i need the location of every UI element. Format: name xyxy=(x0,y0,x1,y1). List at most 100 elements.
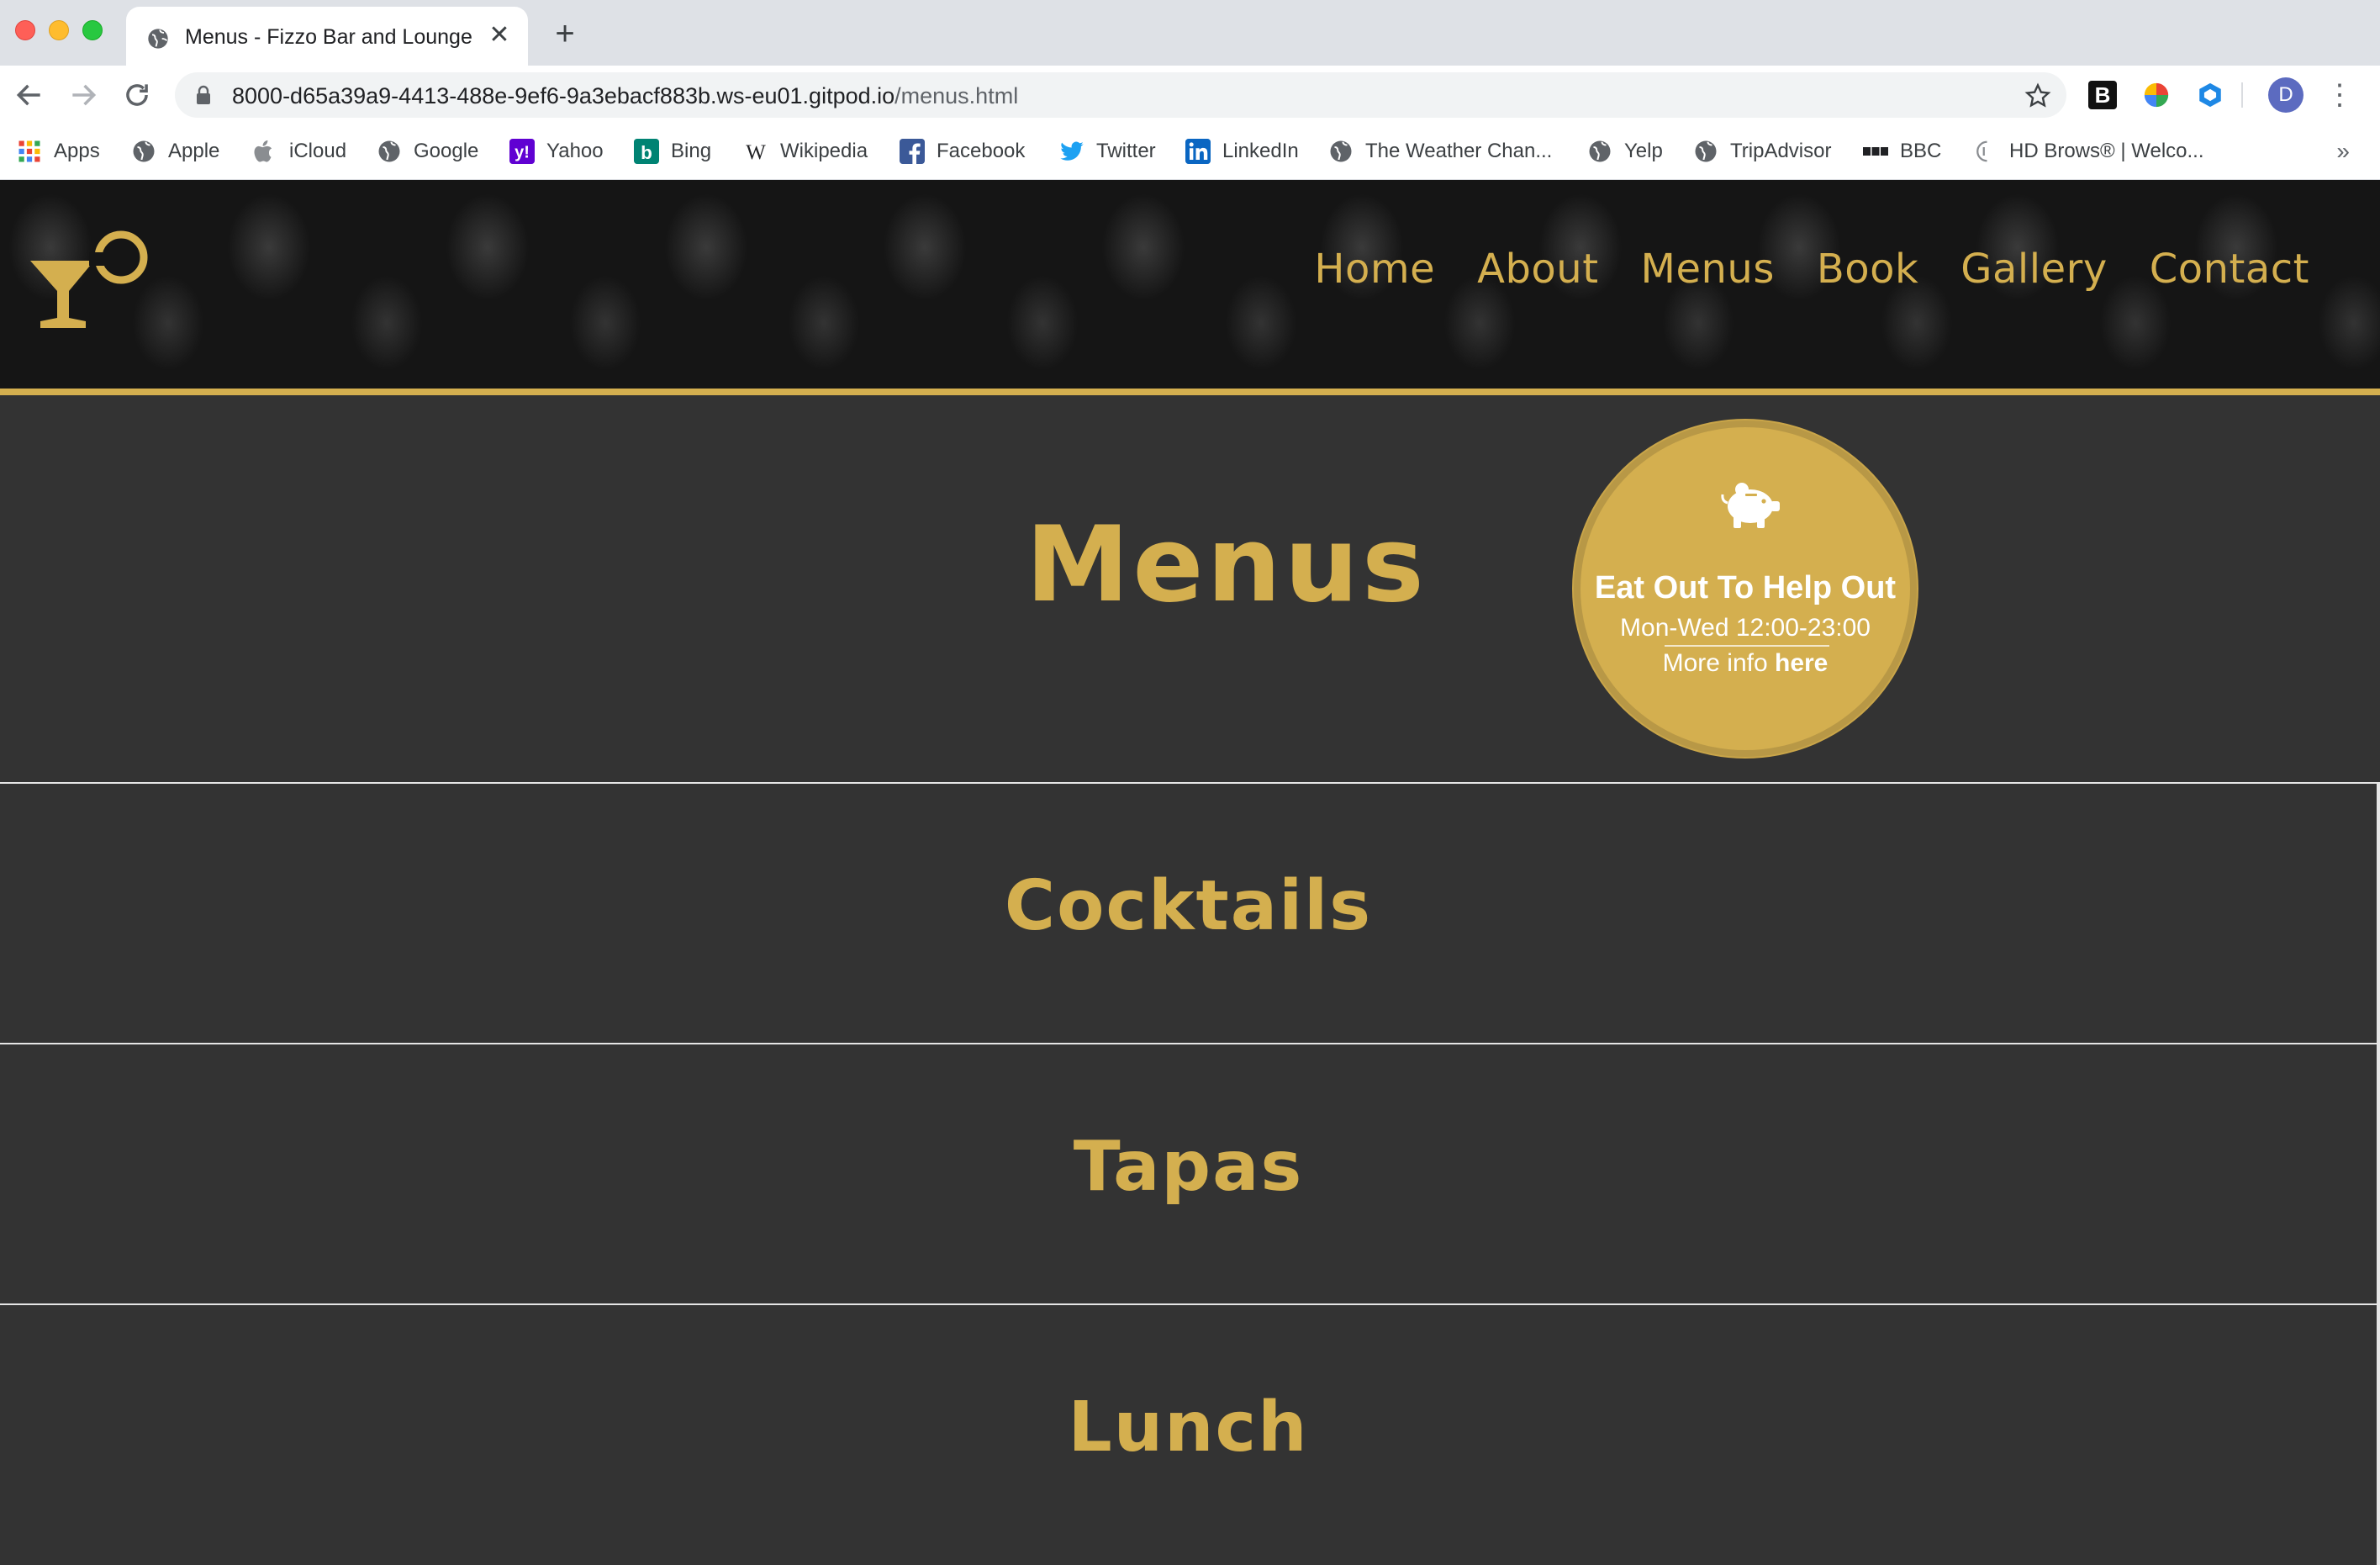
window-zoom-button[interactable] xyxy=(82,20,103,40)
browser-toolbar: 8000-d65a39a9-4413-488e-9ef6-9a3ebacf883… xyxy=(0,66,2380,124)
bookmark-label: Bing xyxy=(671,140,712,162)
nav-home-link[interactable]: Home xyxy=(1314,246,1435,293)
bookmark-label: Wikipedia xyxy=(780,140,868,162)
bookmark-apple[interactable]: Apple xyxy=(131,136,219,167)
bookmark-label: Yelp xyxy=(1624,140,1663,162)
bookmark-label: Apple xyxy=(168,140,220,162)
bing-icon: b xyxy=(634,139,659,164)
apple-icon xyxy=(254,140,272,162)
bookmark-label: Yahoo xyxy=(546,140,604,162)
tab-title: Menus - Fizzo Bar and Lounge xyxy=(185,25,472,49)
promo-hours: Mon-Wed 12:00-23:00 xyxy=(1620,614,1871,642)
promo-info-prefix: More info xyxy=(1662,649,1775,677)
globe-icon xyxy=(1695,140,1717,162)
bookmark-google[interactable]: Google xyxy=(377,136,478,167)
bookmark-label: TripAdvisor xyxy=(1730,140,1832,162)
active-tab[interactable]: Menus - Fizzo Bar and Lounge ✕ xyxy=(126,7,528,66)
svg-text:W: W xyxy=(746,141,766,164)
bookmarks-bar: Apps Apple iCloud Google y! Yahoo b Bing… xyxy=(0,124,2380,180)
nav-menus-link[interactable]: Menus xyxy=(1641,246,1775,293)
reload-icon[interactable] xyxy=(121,79,153,111)
menu-section-lunch[interactable]: Lunch xyxy=(0,1303,2377,1565)
url-text: 8000-d65a39a9-4413-488e-9ef6-9a3ebacf883… xyxy=(232,83,1018,109)
eat-out-promo-badge[interactable]: Eat Out To Help Out Mon-Wed 12:00-23:00 … xyxy=(1574,420,1917,757)
wikipedia-icon: W xyxy=(746,141,766,164)
back-arrow-icon[interactable] xyxy=(13,79,45,111)
menu-section-tapas[interactable]: Tapas xyxy=(0,1043,2377,1303)
browser-menu-icon[interactable]: ⋮ xyxy=(2325,77,2354,113)
piggy-bank-icon xyxy=(1721,483,1780,528)
globe-icon xyxy=(1589,140,1611,162)
bookmark-star-icon[interactable] xyxy=(2024,82,2051,109)
bookmark-label: LinkedIn xyxy=(1222,140,1299,162)
bookmark-bing[interactable]: b Bing xyxy=(634,136,711,167)
bookmark-label: BBC xyxy=(1900,140,1942,162)
window-minimize-button[interactable] xyxy=(49,20,69,40)
bookmark-label: Google xyxy=(414,140,479,162)
apps-grid-icon xyxy=(18,140,40,162)
section-title: Cocktails xyxy=(1004,866,1373,946)
bookmarks-overflow-icon[interactable]: » xyxy=(2336,138,2350,165)
tab-close-icon[interactable]: ✕ xyxy=(486,22,513,49)
bookmark-yelp[interactable]: Yelp xyxy=(1587,136,1663,167)
hd-brows-icon xyxy=(1976,140,1987,162)
cocktail-glass-logo-icon[interactable] xyxy=(30,227,155,333)
bookmark-label: Apps xyxy=(54,140,100,162)
bookmark-apps[interactable]: Apps xyxy=(17,136,100,167)
promo-more-info: More info here xyxy=(1581,649,1910,678)
browser-tab-strip: Menus - Fizzo Bar and Lounge ✕ + xyxy=(0,0,2380,66)
bookmark-icloud[interactable]: iCloud xyxy=(252,136,346,167)
bookmark-facebook[interactable]: Facebook xyxy=(900,136,1025,167)
viewport-edge-line xyxy=(2377,782,2380,1565)
nav-book-link[interactable]: Book xyxy=(1817,246,1918,293)
site-header: Home About Menus Book Gallery Contact xyxy=(0,180,2380,389)
promo-divider xyxy=(1665,645,1829,647)
twitter-icon xyxy=(1060,141,1084,161)
section-title: Tapas xyxy=(1073,1127,1304,1207)
page-title: Menus xyxy=(1026,505,1427,626)
window-close-button[interactable] xyxy=(15,20,35,40)
new-tab-button[interactable]: + xyxy=(548,17,582,50)
forward-arrow-icon[interactable] xyxy=(67,79,99,111)
url-host: 8000-d65a39a9-4413-488e-9ef6-9a3ebacf883… xyxy=(232,83,895,108)
bookmark-twitter[interactable]: Twitter xyxy=(1059,136,1156,167)
bookmark-hd-brows[interactable]: HD Brows® | Welco... xyxy=(1972,136,2204,167)
toolbar-separator xyxy=(2241,82,2243,108)
globe-icon xyxy=(148,29,168,49)
menu-section-cocktails[interactable]: Cocktails xyxy=(0,782,2377,1043)
hexagon-extension-icon[interactable] xyxy=(2196,81,2224,109)
bookmark-wikipedia[interactable]: W Wikipedia xyxy=(743,136,868,167)
nav-about-link[interactable]: About xyxy=(1477,246,1598,293)
address-bar[interactable]: 8000-d65a39a9-4413-488e-9ef6-9a3ebacf883… xyxy=(175,72,2066,118)
bbc-icon xyxy=(1863,147,1888,156)
facebook-icon xyxy=(900,139,925,164)
bookmark-label: Facebook xyxy=(937,140,1026,162)
extension-b-icon[interactable]: B xyxy=(2088,81,2117,109)
main-nav: Home About Menus Book Gallery Contact xyxy=(1314,246,2309,293)
profile-avatar[interactable]: D xyxy=(2268,77,2303,113)
nav-contact-link[interactable]: Contact xyxy=(2150,246,2309,293)
lock-icon xyxy=(197,85,210,104)
globe-icon xyxy=(1330,140,1352,162)
bookmark-label: The Weather Chan... xyxy=(1365,140,1553,162)
promo-here-link[interactable]: here xyxy=(1775,649,1828,677)
menus-hero: Menus Eat Out To Help Out Mon-Wed 12:00-… xyxy=(0,395,2380,782)
bookmark-tripadvisor[interactable]: TripAdvisor xyxy=(1693,136,1831,167)
globe-icon xyxy=(133,140,155,162)
bookmark-bbc[interactable]: BBC xyxy=(1863,136,1941,167)
yahoo-icon: y! xyxy=(509,139,535,164)
bookmark-label: iCloud xyxy=(289,140,347,162)
svg-text:y!: y! xyxy=(515,144,530,162)
bookmark-weather-channel[interactable]: The Weather Chan... xyxy=(1328,136,1552,167)
bookmark-label: Twitter xyxy=(1096,140,1156,162)
bookmark-yahoo[interactable]: y! Yahoo xyxy=(509,136,604,167)
nav-gallery-link[interactable]: Gallery xyxy=(1960,246,2107,293)
svg-text:b: b xyxy=(641,142,652,163)
section-title: Lunch xyxy=(1068,1388,1309,1467)
color-pinwheel-extension-icon[interactable] xyxy=(2142,81,2171,109)
linkedin-icon xyxy=(1185,139,1211,164)
bookmark-linkedin[interactable]: LinkedIn xyxy=(1185,136,1299,167)
globe-icon xyxy=(378,140,400,162)
url-path: /menus.html xyxy=(894,83,1019,108)
bookmark-label: HD Brows® | Welco... xyxy=(2009,140,2204,162)
